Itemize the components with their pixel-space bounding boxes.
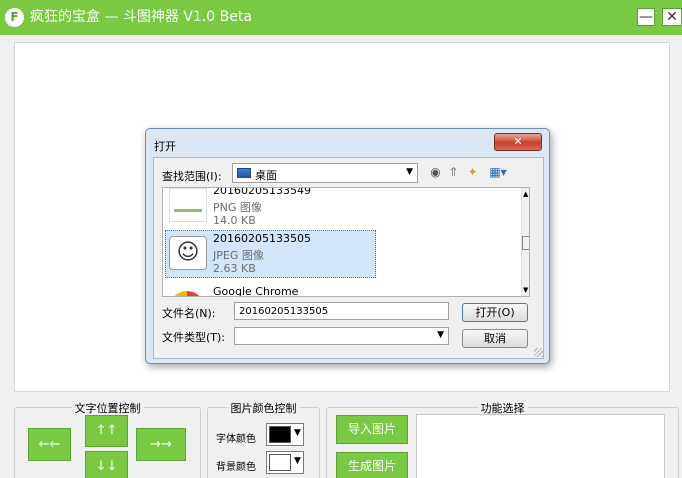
- bg-color-label: 背景颜色: [216, 462, 256, 473]
- file-list: 20160205133549 PNG 图像 14.0 KB ☺ 20160205…: [162, 187, 530, 297]
- minimize-button[interactable]: —: [637, 8, 655, 26]
- file-type: JPEG 图像: [213, 249, 264, 262]
- filetype-select[interactable]: ▼: [234, 327, 449, 345]
- up-folder-icon[interactable]: ⇑: [446, 165, 461, 180]
- chrome-icon: [169, 291, 205, 296]
- list-item[interactable]: Google Chrome: [163, 281, 518, 297]
- font-color-picker[interactable]: ▼: [266, 423, 304, 446]
- file-name: Google Chrome: [213, 285, 299, 297]
- close-window-button[interactable]: ✕: [662, 8, 682, 26]
- file-type: PNG 图像: [213, 201, 262, 214]
- text-position-panel: 文字位置控制 ←← ↑↑ ↓↓ →→: [14, 402, 201, 478]
- filename-label: 文件名(N):: [162, 307, 216, 320]
- back-icon[interactable]: ◉: [428, 165, 443, 180]
- chevron-down-icon: ▼: [437, 330, 444, 340]
- scroll-down-icon[interactable]: ▼: [523, 286, 528, 294]
- file-size: 14.0 KB: [213, 214, 256, 227]
- file-size: 2.63 KB: [213, 262, 256, 275]
- list-item[interactable]: 20160205133549 PNG 图像 14.0 KB: [163, 187, 518, 230]
- window-title: 疯狂的宝盒 — 斗图神器 V1.0 Beta: [30, 9, 252, 25]
- file-name: 20160205133549: [213, 187, 311, 197]
- meme-face-thumbnail-icon: ☺: [169, 236, 207, 270]
- file-list-scrollbar[interactable]: ▲ ▼: [521, 188, 529, 296]
- look-in-label: 查找范围(I):: [162, 170, 222, 183]
- move-left-button[interactable]: ←←: [28, 428, 71, 461]
- bg-color-swatch: [269, 454, 291, 471]
- bg-color-picker[interactable]: ▼: [266, 451, 304, 474]
- title-bar: F 疯狂的宝盒 — 斗图神器 V1.0 Beta — ✕: [0, 0, 682, 35]
- function-panel: 功能选择 导入图片 生成图片: [326, 402, 679, 478]
- new-folder-icon[interactable]: ✦: [465, 165, 480, 180]
- font-color-swatch: [269, 426, 291, 443]
- scroll-thumb[interactable]: [522, 236, 529, 250]
- generate-image-button[interactable]: 生成图片: [336, 452, 408, 478]
- function-list[interactable]: [416, 414, 665, 478]
- filetype-label: 文件类型(T):: [162, 331, 226, 344]
- move-up-button[interactable]: ↑↑: [85, 415, 128, 447]
- scroll-up-icon[interactable]: ▲: [523, 190, 528, 198]
- move-right-button[interactable]: →→: [136, 428, 186, 461]
- resize-grip-icon[interactable]: [534, 348, 543, 357]
- image-color-panel: 图片颜色控制 字体颜色 ▼ 背景颜色 ▼: [207, 402, 320, 478]
- png-thumbnail-icon: [169, 188, 207, 222]
- dialog-close-button[interactable]: ✕: [494, 133, 542, 151]
- app-logo-icon: F: [5, 8, 24, 27]
- image-color-title: 图片颜色控制: [227, 402, 300, 415]
- chevron-down-icon: ▼: [294, 428, 301, 438]
- file-name: 20160205133505: [213, 232, 311, 245]
- look-in-select[interactable]: 桌面 ▼: [232, 163, 418, 183]
- dialog-body: 查找范围(I): 桌面 ▼ ◉ ⇑ ✦ ▦▾ 20160205133549 PN…: [153, 157, 544, 359]
- import-image-button[interactable]: 导入图片: [336, 415, 408, 444]
- look-in-value: 桌面: [255, 169, 277, 182]
- font-color-label: 字体颜色: [216, 434, 256, 445]
- chevron-down-icon: ▼: [294, 456, 301, 466]
- chevron-down-icon: ▼: [406, 167, 413, 177]
- cancel-button[interactable]: 取消: [462, 329, 528, 348]
- filename-input[interactable]: [234, 302, 449, 320]
- text-position-title: 文字位置控制: [71, 402, 144, 415]
- move-down-button[interactable]: ↓↓: [85, 451, 128, 478]
- list-item-selected[interactable]: ☺ 20160205133505 JPEG 图像 2.63 KB: [163, 228, 518, 278]
- open-button[interactable]: 打开(O): [462, 303, 528, 322]
- dialog-title: 打开: [154, 140, 176, 153]
- view-menu-icon[interactable]: ▦▾: [484, 165, 512, 180]
- open-file-dialog: 打开 ✕ 查找范围(I): 桌面 ▼ ◉ ⇑ ✦ ▦▾ 201602051335…: [145, 128, 550, 364]
- desktop-icon: [237, 168, 251, 178]
